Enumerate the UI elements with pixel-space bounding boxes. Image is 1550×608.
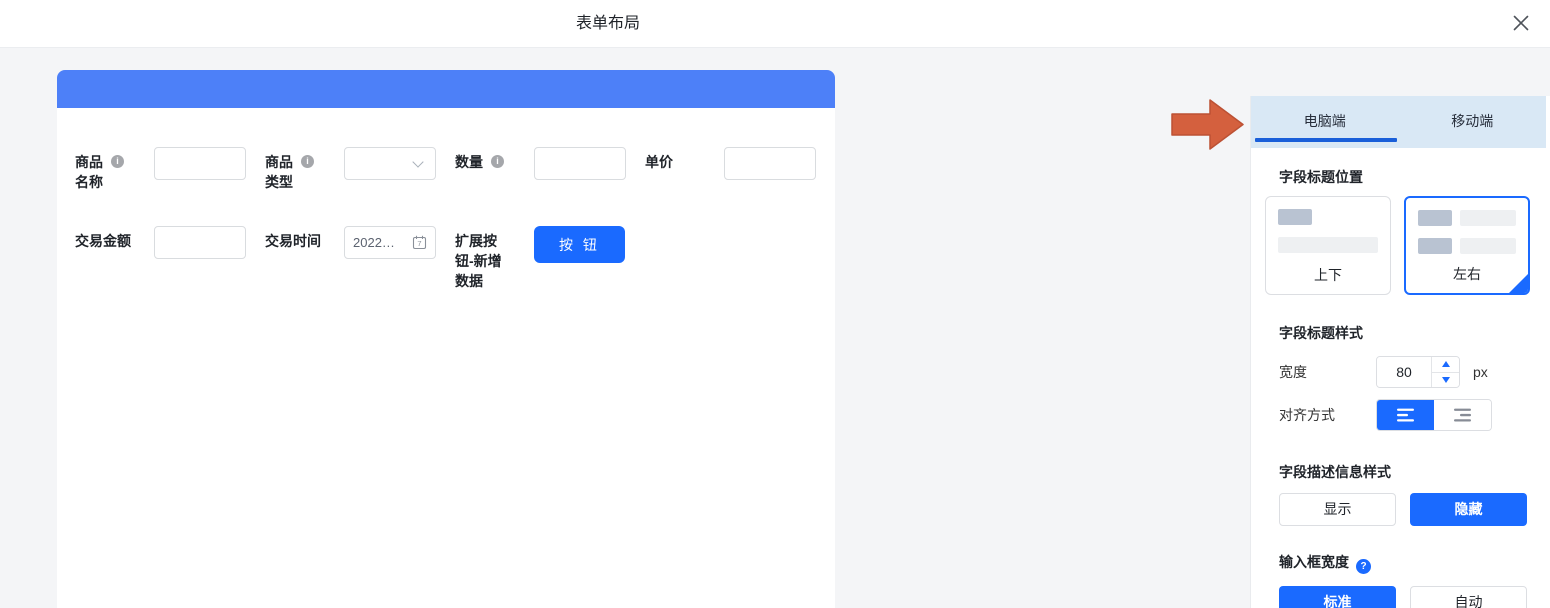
- dialog-header: 表单布局: [0, 0, 1550, 48]
- form-preview-card: 商品 名称 i 商品 类型 i 数量: [57, 70, 835, 608]
- arrow-down-icon: [1442, 377, 1450, 383]
- transaction-time-date-input[interactable]: 2022… 7: [344, 226, 436, 259]
- section-title-style: 字段标题样式: [1279, 325, 1530, 342]
- settings-panel: 电脑端 移动端 字段标题位置 上下 左: [1250, 96, 1550, 608]
- dialog-title: 表单布局: [0, 0, 1216, 47]
- field-product-type: 商品 类型 i: [265, 147, 455, 192]
- width-stepper: [1376, 356, 1460, 388]
- field-quantity: 数量 i: [455, 147, 645, 192]
- field-label: 交易金额: [75, 226, 154, 291]
- align-button-group: [1376, 399, 1492, 431]
- field-label: 交易时间: [265, 226, 344, 291]
- info-icon: i: [491, 155, 504, 168]
- field-label: 数量 i: [455, 147, 534, 192]
- input-width-auto-button[interactable]: 自动: [1410, 586, 1527, 608]
- align-label: 对齐方式: [1279, 405, 1376, 425]
- field-label: 扩展按 钮-新增 数据: [455, 226, 534, 291]
- spinner-down-button[interactable]: [1432, 373, 1459, 388]
- calendar-icon: 7: [412, 235, 427, 250]
- svg-text:7: 7: [417, 239, 421, 248]
- width-spinner: [1431, 357, 1459, 387]
- tab-mobile[interactable]: 移动端: [1399, 96, 1547, 148]
- field-label: 商品 名称 i: [75, 147, 154, 192]
- field-label-text: 数量: [455, 154, 483, 170]
- info-icon: i: [301, 155, 314, 168]
- extend-add-data-button[interactable]: 按 钮: [534, 226, 625, 263]
- align-left-button[interactable]: [1377, 400, 1434, 430]
- position-option-top-bottom[interactable]: 上下: [1265, 196, 1391, 295]
- product-type-select[interactable]: [344, 147, 436, 180]
- info-icon: i: [111, 155, 124, 168]
- spinner-up-button[interactable]: [1432, 357, 1459, 373]
- tab-pc[interactable]: 电脑端: [1251, 96, 1399, 148]
- close-icon: [1513, 15, 1529, 31]
- field-unit-price: 单价: [645, 147, 835, 192]
- desc-show-button[interactable]: 显示: [1279, 493, 1396, 526]
- width-label: 宽度: [1279, 362, 1376, 382]
- width-unit-label: px: [1473, 364, 1488, 380]
- product-name-input[interactable]: [154, 147, 246, 180]
- input-width-standard-button[interactable]: 标准: [1279, 586, 1396, 608]
- field-product-name: 商品 名称 i: [75, 147, 265, 192]
- input-width-title: 输入框宽度: [1279, 554, 1349, 570]
- main-area: 商品 名称 i 商品 类型 i 数量: [0, 48, 1550, 608]
- section-desc-style: 字段描述信息样式: [1279, 464, 1530, 481]
- desc-hide-button[interactable]: 隐藏: [1410, 493, 1527, 526]
- form-row-1: 商品 名称 i 商品 类型 i 数量: [75, 147, 835, 192]
- desc-style-options: 显示 隐藏: [1279, 493, 1530, 526]
- field-label-text: 商品 名称: [75, 154, 103, 190]
- field-label-text: 交易金额: [75, 233, 131, 249]
- device-tabbar: 电脑端 移动端: [1251, 96, 1546, 148]
- section-title-position: 字段标题位置: [1279, 169, 1530, 186]
- arrow-up-icon: [1442, 361, 1450, 367]
- field-extend-button: 扩展按 钮-新增 数据 按 钮: [455, 226, 645, 291]
- align-right-icon: [1453, 408, 1473, 422]
- form-header-bar: [57, 70, 835, 108]
- position-graphic-top-bottom: [1266, 197, 1390, 265]
- close-button[interactable]: [1512, 15, 1530, 33]
- section-input-width: 输入框宽度?: [1279, 554, 1530, 574]
- chevron-down-icon: [412, 156, 423, 167]
- field-label-text: 扩展按 钮-新增 数据: [455, 233, 502, 289]
- selected-corner-icon: [1508, 273, 1529, 294]
- align-left-icon: [1396, 408, 1416, 422]
- field-transaction-time: 交易时间 2022… 7: [265, 226, 455, 291]
- form-body: 商品 名称 i 商品 类型 i 数量: [57, 108, 835, 291]
- align-right-button[interactable]: [1434, 400, 1491, 430]
- field-label: 商品 类型 i: [265, 147, 344, 192]
- field-label-text: 商品 类型: [265, 154, 293, 190]
- form-row-2: 交易金额 交易时间 2022… 7: [75, 226, 835, 291]
- field-label-text: 交易时间: [265, 233, 321, 249]
- field-label: 单价: [645, 147, 724, 192]
- position-graphic-left-right: [1406, 198, 1528, 254]
- position-option-left-right[interactable]: 左右: [1404, 196, 1530, 295]
- input-width-options: 标准 自动: [1279, 586, 1530, 608]
- quantity-input[interactable]: [534, 147, 626, 180]
- date-value: 2022…: [353, 235, 395, 250]
- unit-price-input[interactable]: [724, 147, 816, 180]
- annotation-arrow: [1171, 97, 1245, 157]
- title-position-options: 上下 左右: [1265, 196, 1530, 295]
- field-transaction-amount: 交易金额: [75, 226, 265, 291]
- help-icon[interactable]: ?: [1356, 559, 1371, 574]
- width-input[interactable]: [1377, 357, 1431, 387]
- arrow-right-icon: [1171, 97, 1245, 152]
- field-label-text: 单价: [645, 154, 673, 170]
- settings-panel-body: 字段标题位置 上下 左右: [1251, 148, 1550, 608]
- position-option-label: 上下: [1266, 265, 1390, 285]
- transaction-amount-input[interactable]: [154, 226, 246, 259]
